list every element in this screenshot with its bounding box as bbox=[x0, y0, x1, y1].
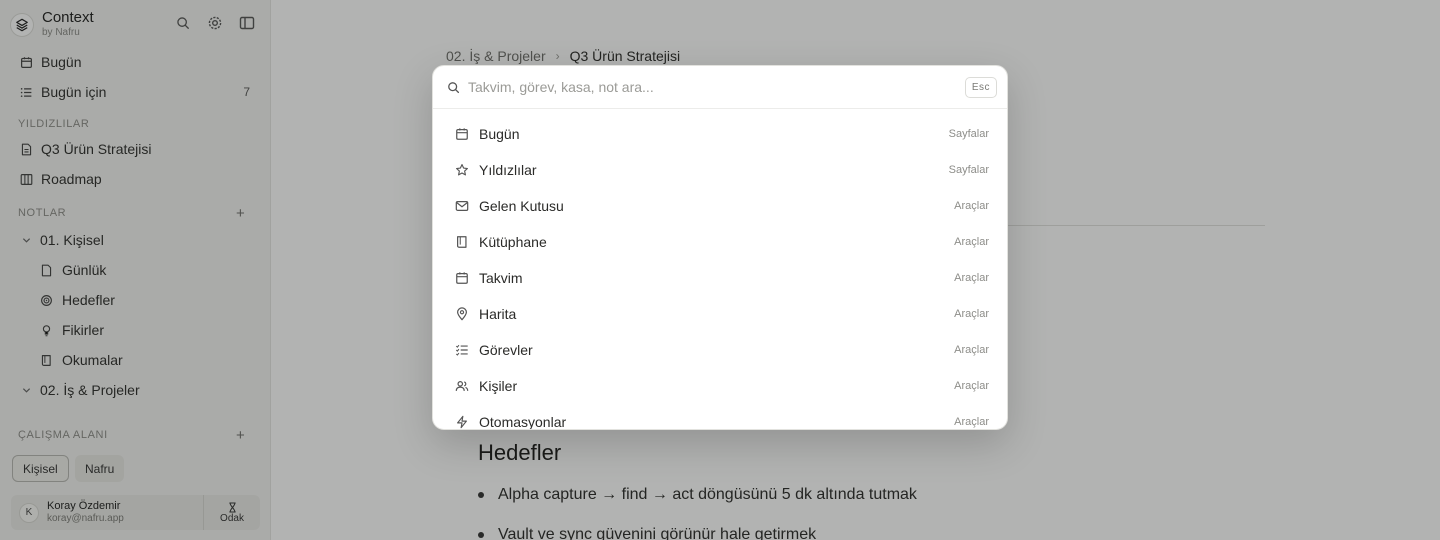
result-item-library[interactable]: Kütüphane Araçlar bbox=[433, 225, 1007, 259]
zap-icon bbox=[454, 415, 469, 430]
search-icon bbox=[446, 80, 460, 94]
result-item-automations[interactable]: Otomasyonlar Araçlar bbox=[433, 405, 1007, 430]
result-item-starred[interactable]: Yıldızlılar Sayfalar bbox=[433, 153, 1007, 187]
result-label: Otomasyonlar bbox=[479, 414, 567, 430]
result-item-people[interactable]: Kişiler Araçlar bbox=[433, 369, 1007, 403]
result-label: Takvim bbox=[479, 270, 523, 286]
result-category: Araçlar bbox=[954, 416, 989, 428]
result-item-inbox[interactable]: Gelen Kutusu Araçlar bbox=[433, 189, 1007, 223]
mail-icon bbox=[454, 199, 469, 214]
command-palette: Esc Bugün Sayfalar Yıldızlılar Sayfalar … bbox=[432, 65, 1008, 430]
result-category: Araçlar bbox=[954, 272, 989, 284]
result-category: Araçlar bbox=[954, 236, 989, 248]
palette-search-row: Esc bbox=[433, 66, 1007, 109]
result-label: Harita bbox=[479, 306, 517, 322]
users-icon bbox=[454, 379, 469, 394]
result-label: Gelen Kutusu bbox=[479, 198, 564, 214]
list-checks-icon bbox=[454, 343, 469, 358]
calendar-icon bbox=[454, 127, 469, 142]
result-category: Araçlar bbox=[954, 344, 989, 356]
book-icon bbox=[454, 235, 469, 250]
result-label: Görevler bbox=[479, 342, 533, 358]
search-input[interactable] bbox=[468, 75, 948, 99]
calendar-icon bbox=[454, 271, 469, 286]
result-category: Araçlar bbox=[954, 200, 989, 212]
result-category: Sayfalar bbox=[948, 164, 989, 176]
star-icon bbox=[454, 163, 469, 178]
results-list: Bugün Sayfalar Yıldızlılar Sayfalar Gele… bbox=[433, 117, 1007, 430]
esc-key-hint[interactable]: Esc bbox=[964, 77, 997, 98]
result-item-today[interactable]: Bugün Sayfalar bbox=[433, 117, 1007, 151]
result-item-tasks[interactable]: Görevler Araçlar bbox=[433, 333, 1007, 367]
result-category: Araçlar bbox=[954, 380, 989, 392]
result-label: Kütüphane bbox=[479, 234, 547, 250]
result-category: Sayfalar bbox=[948, 128, 989, 140]
result-item-calendar[interactable]: Takvim Araçlar bbox=[433, 261, 1007, 295]
map-pin-icon bbox=[454, 307, 469, 322]
result-item-map[interactable]: Harita Araçlar bbox=[433, 297, 1007, 331]
result-category: Araçlar bbox=[954, 308, 989, 320]
result-label: Yıldızlılar bbox=[479, 162, 537, 178]
result-label: Kişiler bbox=[479, 378, 518, 394]
result-label: Bugün bbox=[479, 126, 520, 142]
